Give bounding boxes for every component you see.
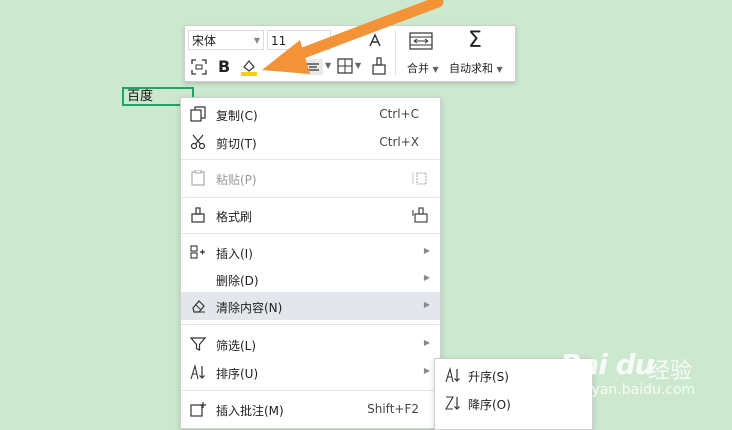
menu-item-label: 排序(U)	[216, 367, 259, 381]
format-painter-lock-icon[interactable]	[412, 207, 428, 223]
sort-ascending-icon	[445, 367, 460, 383]
watermark-text: 经验	[648, 359, 693, 384]
sigma-icon[interactable]: Σ	[468, 28, 482, 53]
bold-button[interactable]: B	[218, 57, 230, 76]
chevron-down-icon: ▼	[253, 36, 260, 45]
chevron-down-icon: ▼	[355, 61, 362, 70]
filter-icon	[190, 337, 206, 351]
merge-button[interactable]: 合并 ▼	[407, 60, 439, 76]
menu-item-label: 插入批注(M)	[216, 404, 284, 418]
menu-item-shortcut: Ctrl+X	[379, 135, 419, 149]
menu-item-label: 复制(C)	[216, 109, 258, 123]
chevron-right-icon: ▶	[423, 273, 430, 282]
menu-item-label: 筛选(L)	[216, 339, 257, 353]
paste-icon	[191, 170, 205, 186]
font-name-select[interactable]: 宋体 ▼	[188, 30, 264, 50]
mini-toolbar: 宋体 ▼ 11 B ▼ ▼ 合并 ▼ Σ 自动求和 ▼	[184, 25, 516, 82]
format-painter-icon	[191, 207, 205, 223]
select-range-icon[interactable]	[191, 59, 207, 75]
paste-options-icon[interactable]	[412, 170, 428, 186]
submenu-label: 升序(S)	[468, 370, 509, 384]
menu-item-filter[interactable]: 筛选(L) ▶	[181, 330, 440, 358]
menu-item-insert[interactable]: 插入(I) ▶	[181, 238, 440, 266]
menu-divider	[181, 233, 440, 234]
menu-item-label: 剪切(T)	[216, 137, 257, 151]
menu-item-format-painter[interactable]: 格式刷	[181, 201, 440, 229]
baidu-jingyan-watermark: Bai du 经验 jingyan.baidu.com	[560, 348, 730, 408]
chevron-right-icon: ▶	[423, 366, 430, 375]
merge-cells-icon[interactable]	[409, 31, 433, 51]
autosum-button[interactable]: 自动求和 ▼	[449, 60, 503, 76]
baidu-logo: Bai du	[560, 348, 655, 381]
context-menu: 复制(C) Ctrl+C 剪切(T) Ctrl+X 粘贴(P) 格式刷 插入(I…	[180, 97, 441, 429]
chevron-down-icon: ▼	[325, 61, 332, 70]
chevron-down-icon: ▼	[496, 65, 503, 74]
align-center-icon[interactable]	[303, 59, 323, 75]
menu-item-paste[interactable]: 粘贴(P)	[181, 164, 440, 192]
menu-item-label: 清除内容(N)	[216, 301, 283, 315]
menu-divider	[181, 324, 440, 325]
menu-item-label: 插入(I)	[216, 247, 253, 261]
comment-icon	[190, 402, 206, 417]
menu-item-label: 粘贴(P)	[216, 173, 257, 187]
menu-divider	[181, 159, 440, 160]
watermark-url: jingyan.baidu.com	[566, 382, 696, 398]
menu-item-label: 格式刷	[216, 210, 253, 224]
menu-divider	[181, 390, 440, 391]
fill-color-icon[interactable]	[240, 58, 258, 76]
borders-icon[interactable]	[337, 58, 353, 74]
chevron-right-icon: ▶	[423, 246, 430, 255]
scissors-icon	[190, 134, 206, 150]
menu-item-cut[interactable]: 剪切(T) Ctrl+X	[181, 128, 440, 156]
menu-divider	[181, 197, 440, 198]
font-name-value: 宋体	[192, 34, 217, 48]
eraser-icon	[192, 300, 205, 313]
merge-label: 合并	[407, 62, 429, 75]
chevron-right-icon: ▶	[423, 300, 430, 309]
font-size-select[interactable]: 11	[267, 30, 331, 50]
menu-item-shortcut: Shift+F2	[367, 402, 419, 416]
menu-item-insert-comment[interactable]: 插入批注(M) Shift+F2	[181, 395, 440, 423]
insert-cells-icon	[190, 245, 205, 259]
menu-item-delete[interactable]: 删除(D) ▶	[181, 265, 440, 293]
chevron-right-icon: ▶	[423, 338, 430, 347]
chevron-down-icon: ▼	[432, 65, 439, 74]
copy-icon	[190, 106, 206, 122]
menu-item-label: 删除(D)	[216, 274, 259, 288]
toolbar-divider	[395, 31, 396, 76]
autosum-label: 自动求和	[449, 62, 493, 75]
decrease-font-icon[interactable]	[367, 32, 383, 48]
format-painter-icon[interactable]	[371, 57, 387, 75]
menu-item-shortcut: Ctrl+C	[379, 107, 419, 121]
submenu-label: 降序(O)	[468, 398, 511, 412]
menu-item-clear-contents[interactable]: 清除内容(N) ▶	[181, 292, 440, 320]
sort-icon	[190, 364, 205, 380]
font-size-value: 11	[271, 34, 287, 48]
menu-item-sort[interactable]: 排序(U) ▶	[181, 358, 440, 386]
menu-item-copy[interactable]: 复制(C) Ctrl+C	[181, 100, 440, 128]
sort-descending-icon	[445, 396, 460, 410]
